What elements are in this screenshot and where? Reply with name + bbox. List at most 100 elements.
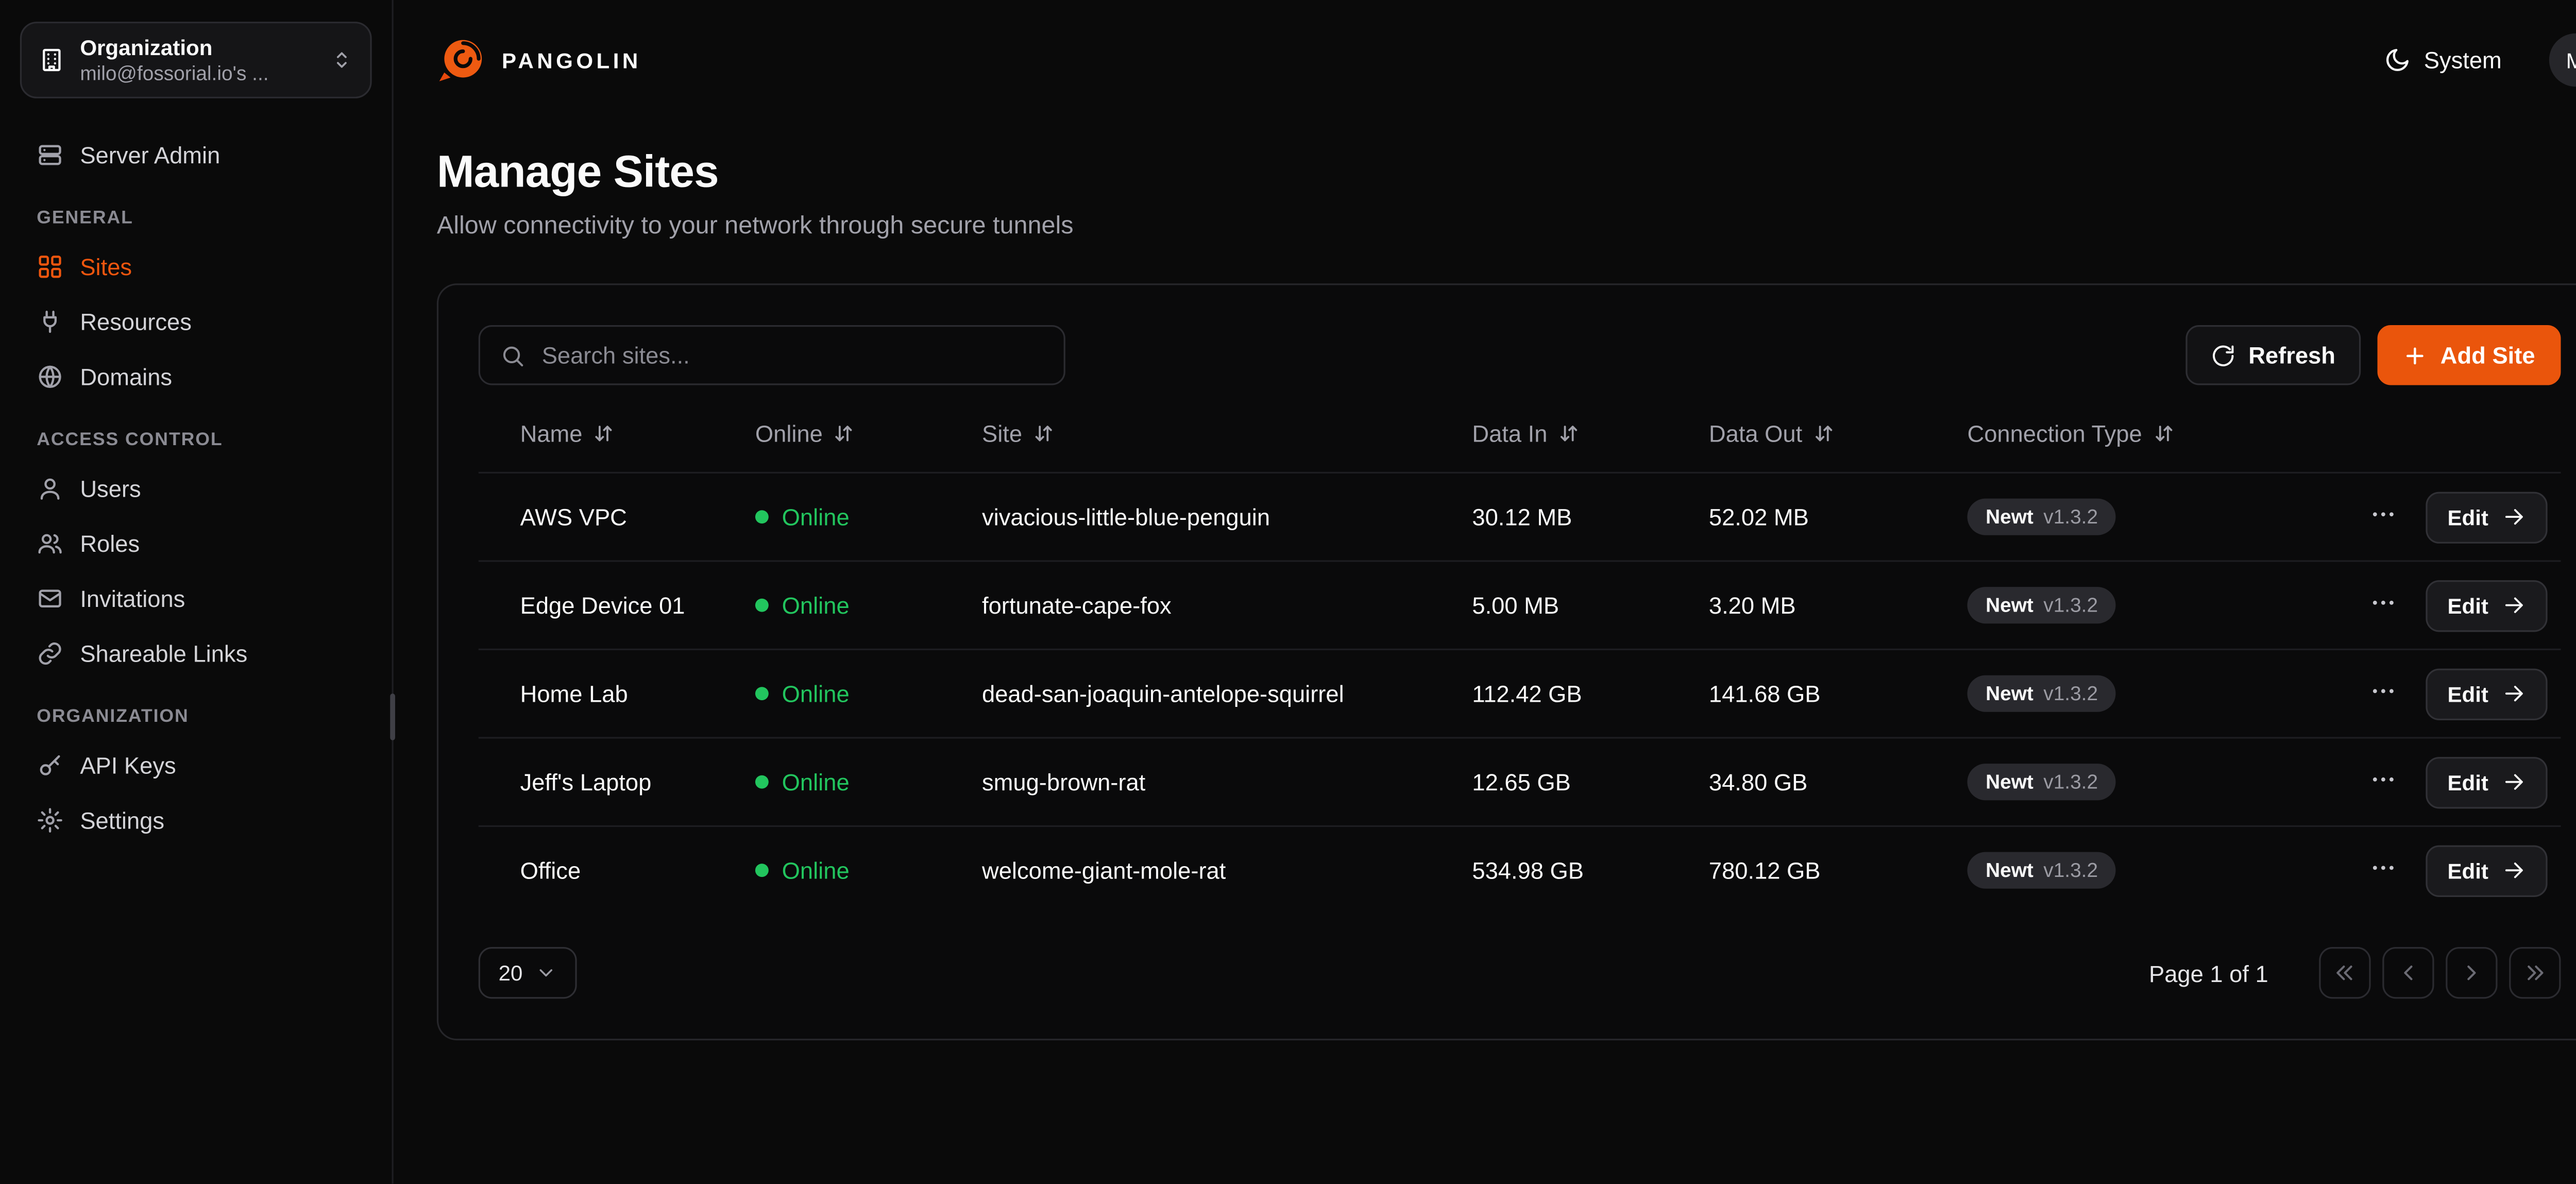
site-slug: smug-brown-rat [982,769,1472,796]
online-dot-icon [755,687,769,700]
data-out-value: 34.80 GB [1709,769,1968,796]
sidebar-item-api-keys[interactable]: API Keys [20,739,372,790]
chevrons-left-icon [2332,960,2357,986]
nav-section-general: GENERAL [37,209,355,229]
sidebar-item-label: Users [80,475,141,501]
sidebar-resize-handle[interactable] [390,694,395,740]
column-header-connection-type[interactable]: Connection Type [1967,420,2362,447]
table-row: Home Lab Online dead-san-joaquin-antelop… [479,649,2560,737]
add-site-label: Add Site [2441,342,2535,368]
org-switcher[interactable]: Organization milo@fossorial.io's ... [20,22,372,98]
edit-button[interactable]: Edit [2426,580,2547,631]
moon-icon [2384,47,2411,74]
sort-icon [1557,422,1581,445]
column-header-site[interactable]: Site [982,420,1472,447]
sidebar-item-users[interactable]: Users [20,462,372,513]
ellipsis-icon [2368,765,2397,793]
data-in-value: 12.65 GB [1472,769,1709,796]
gear-icon [37,806,63,833]
online-dot-icon [755,510,769,523]
arrow-right-icon [2502,859,2525,882]
ellipsis-icon [2368,854,2397,882]
last-page-button[interactable] [2509,947,2560,999]
table-row: Office Online welcome-giant-mole-rat 534… [479,825,2560,914]
sidebar-item-domains[interactable]: Domains [20,350,372,402]
edit-button[interactable]: Edit [2426,844,2547,896]
row-menu-button[interactable] [2362,673,2402,714]
edit-button[interactable]: Edit [2426,668,2547,719]
ellipsis-icon [2368,500,2397,529]
refresh-button[interactable]: Refresh [2185,325,2360,385]
site-slug: dead-san-joaquin-antelope-squirrel [982,680,1472,707]
column-header-data-in[interactable]: Data In [1472,420,1709,447]
site-name: AWS VPC [520,503,755,530]
chevron-down-icon [536,962,557,984]
connection-type-badge: Newtv1.3.2 [1967,852,2116,889]
site-name: Office [520,857,755,884]
refresh-icon [2210,343,2235,368]
row-menu-button[interactable] [2362,762,2402,802]
server-icon [37,141,63,167]
chevrons-right-icon [2522,960,2547,986]
page-subtitle: Allow connectivity to your network throu… [437,212,2576,240]
sort-icon [592,422,616,445]
top-bar: PANGOLIN System M [437,0,2576,120]
sidebar-item-label: Shareable Links [80,639,247,666]
theme-selector[interactable]: System [2374,45,2512,75]
next-page-button[interactable] [2445,947,2497,999]
status-badge: Online [755,503,982,530]
edit-button[interactable]: Edit [2426,491,2547,543]
data-out-value: 3.20 MB [1709,592,1968,619]
sidebar-item-shareable-links[interactable]: Shareable Links [20,627,372,679]
org-switcher-value: milo@fossorial.io's ... [80,62,315,85]
page-title: Manage Sites [437,147,2576,198]
arrow-right-icon [2502,594,2525,617]
user-avatar[interactable]: M [2548,33,2576,87]
column-header-online[interactable]: Online [755,420,982,447]
sidebar-item-roles[interactable]: Roles [20,517,372,568]
row-menu-button[interactable] [2362,497,2402,537]
sidebar-item-resources[interactable]: Resources [20,295,372,347]
add-site-button[interactable]: Add Site [2377,325,2560,385]
connection-type-badge: Newtv1.3.2 [1967,764,2116,800]
toolbar-actions: Refresh Add Site [2185,325,2560,385]
column-header-data-out[interactable]: Data Out [1709,420,1968,447]
column-header-name[interactable]: Name [520,420,755,447]
pangolin-logo-icon [437,35,487,85]
data-in-value: 30.12 MB [1472,503,1709,530]
row-menu-button[interactable] [2362,850,2402,890]
sidebar: Organization milo@fossorial.io's ... Ser… [0,0,394,1184]
first-page-button[interactable] [2318,947,2370,999]
sidebar-item-server-admin[interactable]: Server Admin [20,128,372,180]
top-right-controls: System M [2374,33,2576,87]
data-in-value: 112.42 GB [1472,680,1709,707]
row-menu-button[interactable] [2362,585,2402,625]
status-badge: Online [755,592,982,619]
brand: PANGOLIN [437,35,641,85]
sidebar-item-label: Roles [80,529,140,556]
sites-table-card: Refresh Add Site Name Online [437,283,2576,1040]
arrow-right-icon [2502,505,2525,529]
globe-icon [37,363,63,390]
chevron-left-icon [2395,960,2420,986]
status-badge: Online [755,680,982,707]
previous-page-button[interactable] [2382,947,2433,999]
sidebar-item-invitations[interactable]: Invitations [20,572,372,623]
table-header-row: Name Online Site Data In Data Out [479,395,2560,472]
data-out-value: 52.02 MB [1709,503,1968,530]
nav-section-organization: ORGANIZATION [37,707,355,727]
edit-button[interactable]: Edit [2426,756,2547,808]
brand-name: PANGOLIN [502,47,641,73]
ellipsis-icon [2368,677,2397,705]
page-info: Page 1 of 1 [2149,959,2268,986]
status-badge: Online [755,857,982,884]
refresh-label: Refresh [2248,342,2335,368]
row-actions: Edit [2362,844,2547,896]
page-size-select[interactable]: 20 [479,947,578,999]
sidebar-item-sites[interactable]: Sites [20,240,372,292]
mail-icon [37,584,63,611]
link-icon [37,639,63,666]
sidebar-item-label: Domains [80,363,172,390]
search-input[interactable] [538,340,1044,370]
sidebar-item-settings[interactable]: Settings [20,793,372,845]
